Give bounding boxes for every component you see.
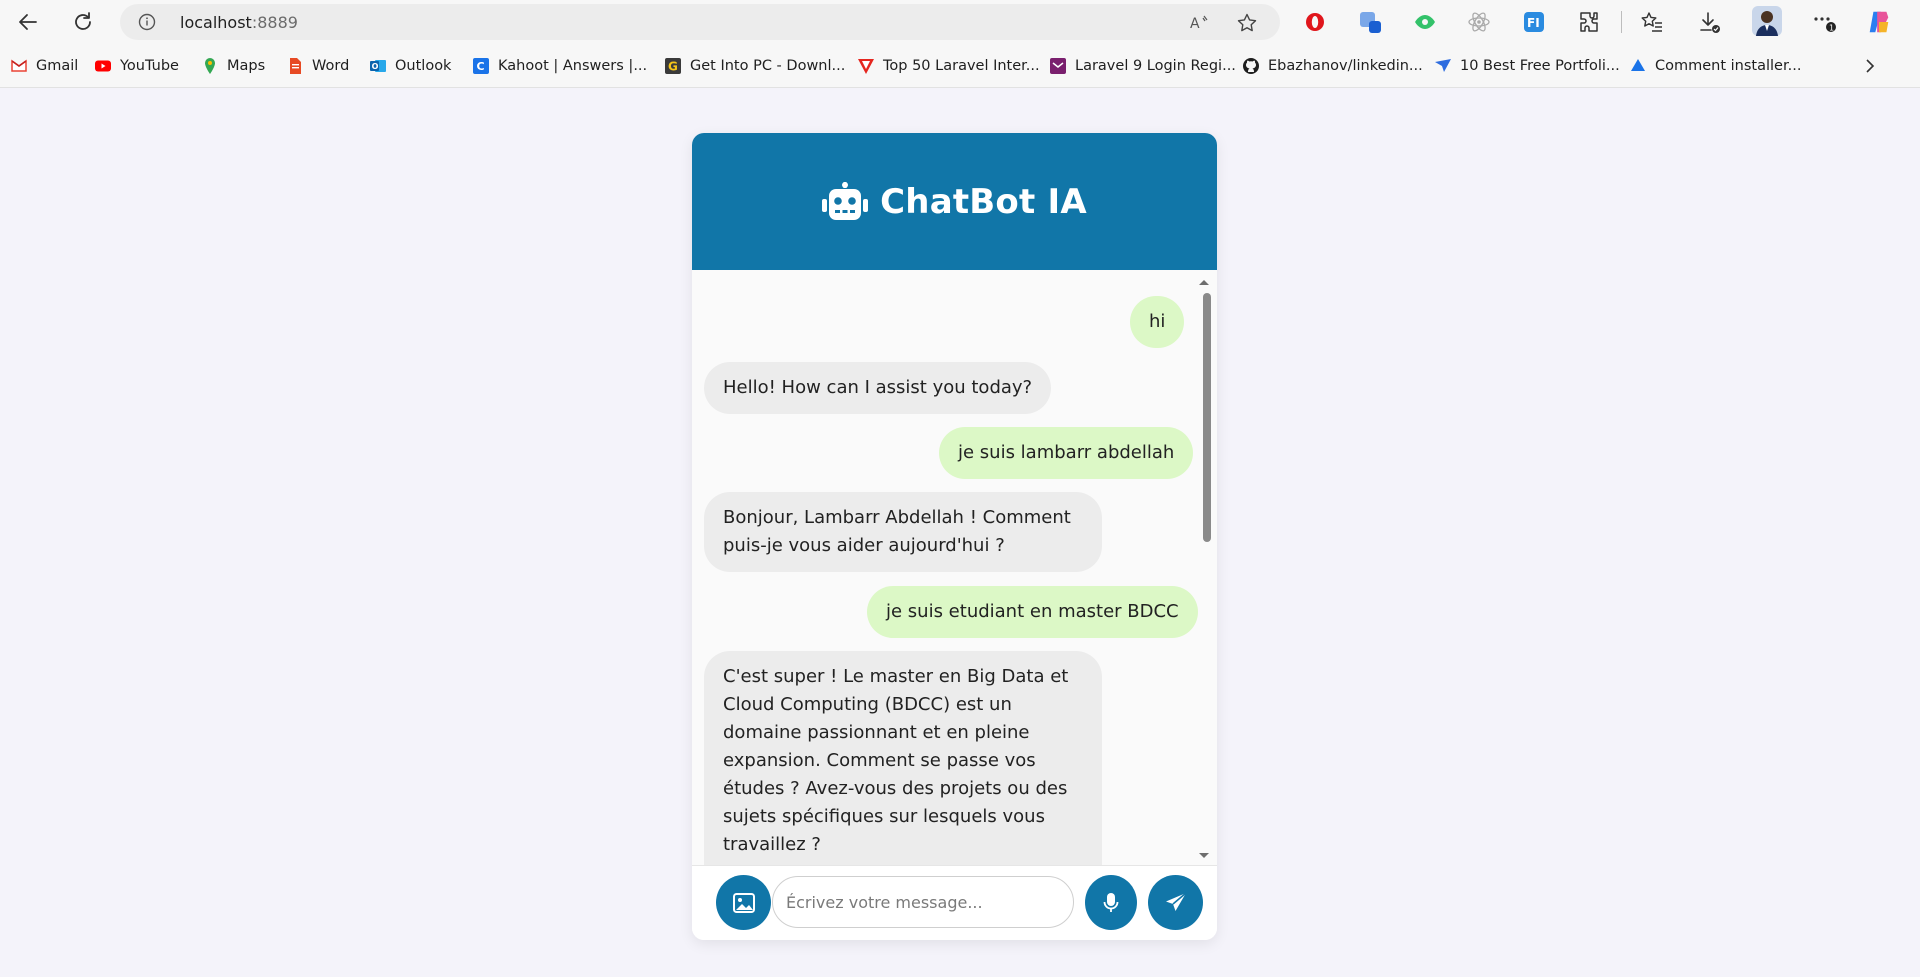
bookmarks-overflow-button[interactable] [1862, 55, 1878, 77]
bot-message: Bonjour, Lambarr Abdellah ! Comment puis… [704, 492, 1102, 572]
user-message: je suis lambarr abdellah [939, 427, 1194, 479]
send-button[interactable] [1148, 875, 1203, 930]
getintopc-icon: G [665, 58, 681, 74]
copilot-icon[interactable] [1866, 9, 1892, 35]
bookmark-github[interactable]: Ebazhanov/linkedin... [1242, 55, 1423, 77]
upload-image-button[interactable] [716, 875, 771, 930]
back-button[interactable] [12, 6, 44, 38]
more-menu-icon[interactable]: 1 [1811, 9, 1837, 35]
browser-toolbar: localhost:8889 A FI 1 [0, 0, 1920, 44]
bookmark-comment-installer[interactable]: Comment installer... [1629, 55, 1801, 77]
bookmark-getintopc[interactable]: G Get Into PC - Downl... [664, 55, 845, 77]
extension-blue-icon[interactable] [1358, 9, 1384, 35]
svg-text:FI: FI [1527, 16, 1540, 30]
bookmark-portfolio[interactable]: 10 Best Free Portfoli... [1434, 55, 1620, 77]
bookmark-laravel-login[interactable]: Laravel 9 Login Regi... [1049, 55, 1236, 77]
extensions-puzzle-icon[interactable] [1576, 9, 1602, 35]
voice-input-button[interactable] [1085, 875, 1137, 930]
bookmark-kahoot[interactable]: C Kahoot | Answers |... [472, 55, 647, 77]
bookmarks-bar: Gmail YouTube Maps Word O Outlook C Kaho… [0, 44, 1920, 88]
reload-icon [75, 12, 91, 30]
site-info-icon[interactable] [138, 13, 156, 31]
maps-icon [205, 58, 215, 74]
svg-text:A: A [1190, 16, 1200, 32]
image-icon [732, 892, 755, 913]
bookmark-laravel-interview[interactable]: Top 50 Laravel Inter... [857, 55, 1040, 77]
react-devtools-icon[interactable] [1466, 9, 1492, 35]
bot-message: Hello! How can I assist you today? [704, 362, 1052, 414]
url-text: localhost:8889 [180, 13, 298, 32]
robot-icon [822, 181, 869, 220]
kahoot-icon: C [473, 58, 489, 74]
address-bar[interactable]: localhost:8889 A [120, 4, 1280, 40]
extension-green-eye-icon[interactable] [1412, 9, 1438, 35]
gmail-icon [11, 59, 27, 72]
user-message: hi [1130, 296, 1185, 348]
read-aloud-icon[interactable]: A [1188, 12, 1210, 34]
favorites-list-icon[interactable] [1639, 9, 1665, 35]
bookmark-youtube[interactable]: YouTube [94, 55, 179, 77]
favorite-star-icon[interactable] [1236, 12, 1258, 34]
portfolio-icon [1435, 59, 1451, 72]
downloads-icon[interactable] [1696, 9, 1722, 35]
outlook-icon: O [370, 60, 386, 72]
drive-icon [1631, 59, 1645, 71]
reload-button[interactable] [67, 6, 99, 38]
youtube-icon [95, 60, 111, 72]
laravel-login-icon [1050, 58, 1066, 74]
svg-text:1: 1 [1829, 24, 1834, 33]
svg-text:C: C [477, 60, 485, 73]
opera-extension-icon[interactable] [1302, 9, 1328, 35]
scrollbar-thumb[interactable] [1203, 293, 1211, 542]
toolbar-separator [1621, 11, 1622, 33]
bookmark-maps[interactable]: Maps [201, 55, 265, 77]
profile-avatar[interactable] [1751, 5, 1783, 37]
extension-fi-icon[interactable]: FI [1521, 9, 1547, 35]
paper-plane-icon [1165, 891, 1187, 911]
back-arrow-icon [19, 14, 37, 30]
microphone-icon [1103, 892, 1119, 912]
user-message: je suis etudiant en master BDCC [867, 586, 1198, 638]
bookmark-outlook[interactable]: O Outlook [369, 55, 451, 77]
bookmark-gmail[interactable]: Gmail [10, 55, 78, 77]
word-icon [290, 58, 301, 74]
chat-header: ChatBot IA [692, 133, 1217, 270]
svg-text:O: O [372, 62, 379, 71]
chat-title: ChatBot IA [880, 181, 1087, 222]
svg-text:G: G [668, 60, 678, 74]
bookmark-word[interactable]: Word [286, 55, 349, 77]
message-input[interactable] [772, 876, 1074, 928]
github-icon [1243, 58, 1259, 74]
chevron-right-icon [1866, 59, 1875, 73]
bot-message: C'est super ! Le master en Big Data et C… [704, 651, 1102, 865]
laravel-icon [858, 59, 874, 74]
